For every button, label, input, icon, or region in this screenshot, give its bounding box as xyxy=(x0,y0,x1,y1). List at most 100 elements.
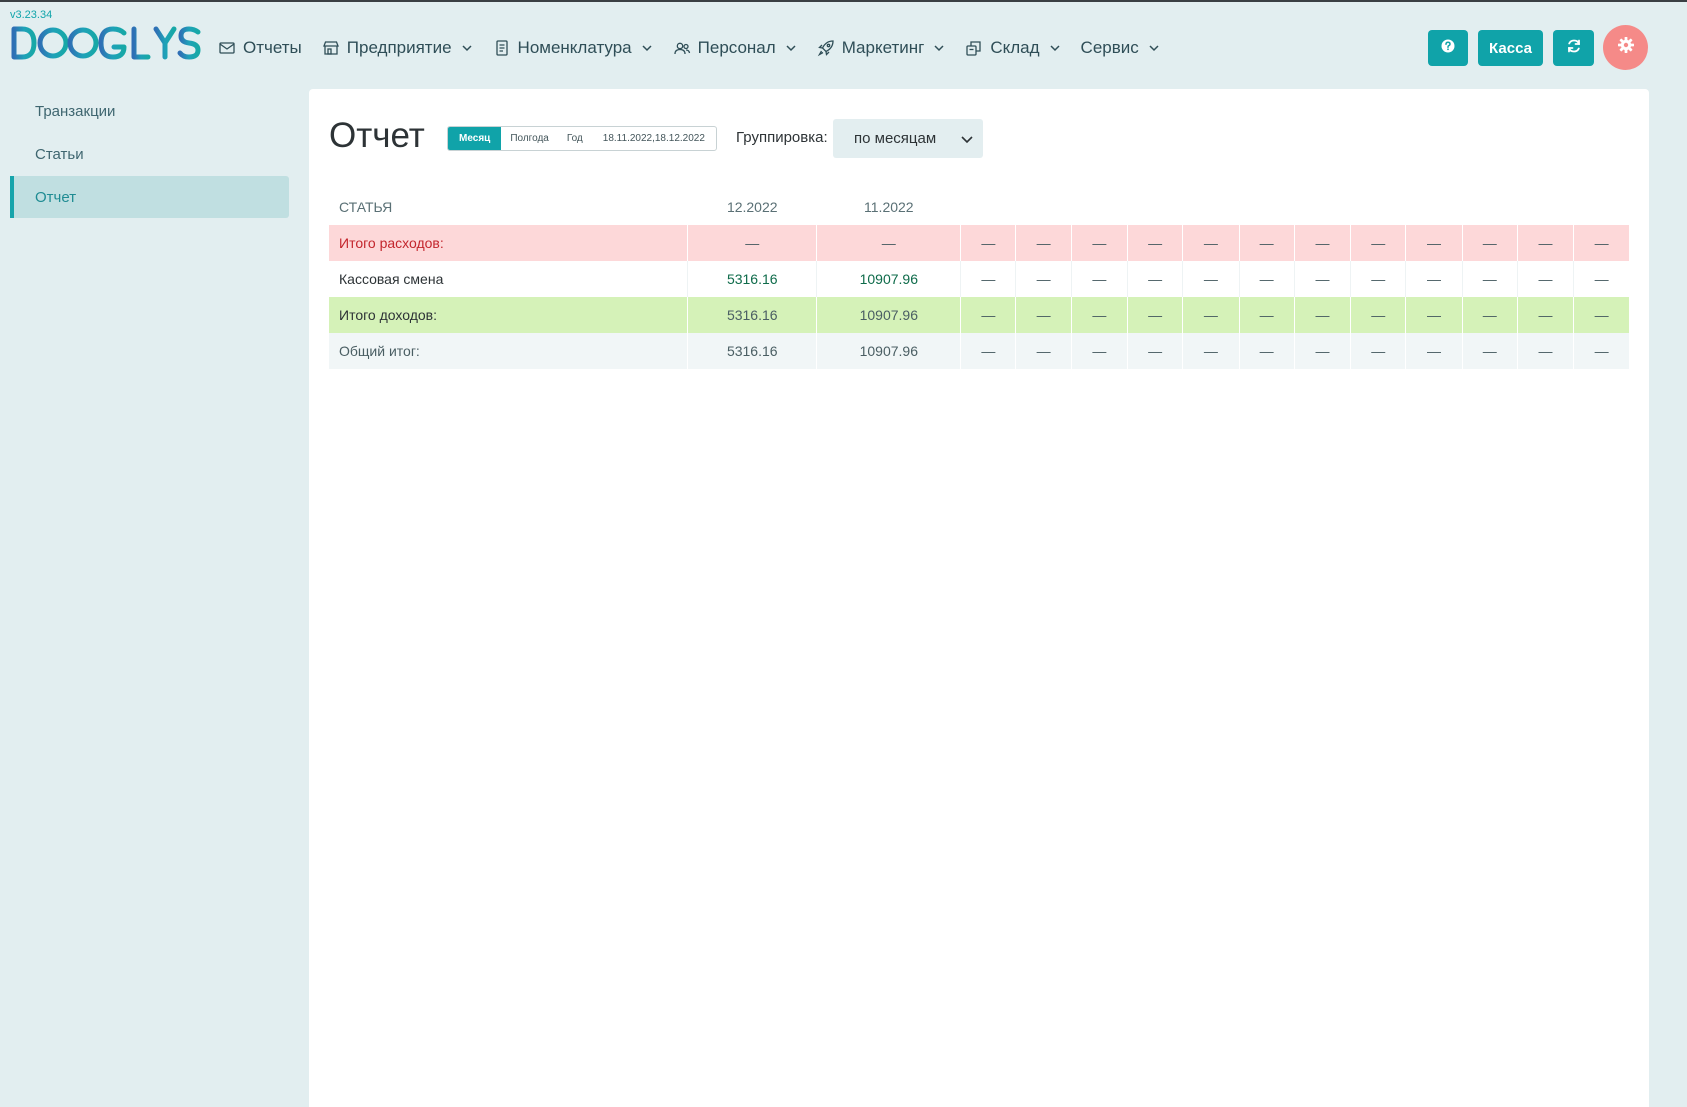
table-row: Кассовая смена 5316.16 10907.96— — — — — — — — — — —… xyxy=(329,261,1629,297)
chevron-down-icon xyxy=(461,42,473,54)
refresh-button[interactable] xyxy=(1553,30,1594,66)
table-header-row: СТАТЬЯ 12.2022 11.2022 xyxy=(329,189,1629,225)
table-cell: — xyxy=(1462,333,1518,369)
sidebar-item-report[interactable]: Отчет xyxy=(10,176,289,218)
column-header xyxy=(1016,189,1071,225)
table-cell: — xyxy=(1350,333,1407,369)
help-button[interactable] xyxy=(1428,30,1468,66)
column-header xyxy=(1071,189,1127,225)
nav-item-label: Предприятие xyxy=(346,38,452,57)
nav-item-label: Склад xyxy=(990,38,1040,57)
table-cell: — xyxy=(1127,297,1184,333)
table-cell: — xyxy=(1573,333,1629,369)
row-label: Общий итог: xyxy=(329,333,689,369)
dooglys-logo[interactable] xyxy=(10,25,202,61)
grouping-value: по месяцам xyxy=(854,130,937,147)
table-cell: — xyxy=(1517,225,1575,261)
column-header xyxy=(1517,189,1573,225)
table-cell: — xyxy=(1239,297,1295,333)
table-cell: — xyxy=(1462,297,1518,333)
column-header: 12.2022 xyxy=(726,199,778,215)
chevron-down-icon xyxy=(960,132,974,146)
row-label: Итого расходов: xyxy=(329,225,689,261)
sidebar-item-transactions[interactable]: Транзакции xyxy=(10,90,289,132)
nav-item-warehouse[interactable]: Склад xyxy=(965,38,1060,58)
table-cell: — xyxy=(1015,225,1072,261)
table-row: Итого доходов: 5316.16 10907.96— — — — — — — — — — —… xyxy=(329,297,1629,333)
table-cell: 5316.16 xyxy=(687,261,818,297)
table-cell: — xyxy=(1182,333,1240,369)
gear-icon xyxy=(1617,36,1635,59)
grouping-label: Группировка: xyxy=(736,129,828,146)
nav-item-enterprise[interactable]: Предприятие xyxy=(322,38,473,58)
nav-item-nomenclature[interactable]: Номенклатура xyxy=(493,38,653,58)
table-cell: — xyxy=(1573,261,1629,297)
column-header xyxy=(1574,189,1629,225)
row-label[interactable]: Кассовая смена xyxy=(329,261,689,297)
rocket-icon xyxy=(817,39,835,57)
nav-item-reports[interactable]: Отчеты xyxy=(218,38,302,58)
table-cell: 10907.96 xyxy=(816,261,962,297)
table-cell: — xyxy=(1127,225,1184,261)
sidebar-item-label: Статьи xyxy=(35,145,84,163)
table-cell: — xyxy=(1239,333,1295,369)
table-cell: — xyxy=(1517,261,1575,297)
table-cell: — xyxy=(1015,261,1072,297)
main-nav: Отчеты Предприятие Номенклатура Персонал… xyxy=(218,33,1180,63)
column-header xyxy=(1128,189,1183,225)
chevron-down-icon xyxy=(933,42,945,54)
nav-item-label: Персонал xyxy=(697,38,776,57)
table-cell: 5316.16 xyxy=(687,333,818,369)
table-cell: — xyxy=(1127,333,1184,369)
nav-item-label: Отчеты xyxy=(243,38,302,57)
chevron-down-icon xyxy=(785,42,797,54)
table-cell: — xyxy=(1239,261,1295,297)
nav-item-label: Сервис xyxy=(1080,38,1139,57)
table-cell: — xyxy=(960,261,1017,297)
nav-item-label: Номенклатура xyxy=(517,38,632,57)
table-cell: — xyxy=(1517,297,1575,333)
kassa-button[interactable]: Касса xyxy=(1478,30,1543,66)
sidebar-item-label: Отчет xyxy=(35,188,77,206)
table-cell: — xyxy=(1182,261,1240,297)
table-cell: 10907.96 xyxy=(816,297,962,333)
table-cell: — xyxy=(1294,261,1352,297)
table-cell: — xyxy=(1127,261,1184,297)
table-cell: — xyxy=(1573,225,1629,261)
table-cell: — xyxy=(816,225,962,261)
table-cell: — xyxy=(1071,225,1129,261)
period-selector: Месяц Полгода Год 18.11.2022,18.12.2022 xyxy=(447,126,717,151)
table-cell: — xyxy=(1350,225,1407,261)
nav-item-personnel[interactable]: Персонал xyxy=(673,38,797,58)
refresh-icon xyxy=(1566,38,1582,58)
date-range-picker[interactable]: 18.11.2022,18.12.2022 xyxy=(592,127,716,150)
table-cell: — xyxy=(1071,261,1129,297)
column-header-article: СТАТЬЯ xyxy=(339,199,393,215)
table-cell: — xyxy=(1462,225,1518,261)
column-header xyxy=(1239,189,1294,225)
table-cell: — xyxy=(1517,333,1575,369)
table-cell: 10907.96 xyxy=(816,333,962,369)
sidebar-item-label: Транзакции xyxy=(35,102,116,120)
table-cell: — xyxy=(1182,225,1240,261)
sidebar-item-articles[interactable]: Статьи xyxy=(10,133,289,175)
table-cell: — xyxy=(960,225,1017,261)
table-cell: — xyxy=(1239,225,1295,261)
nav-item-service[interactable]: Сервис xyxy=(1081,38,1160,58)
settings-button[interactable] xyxy=(1603,25,1648,70)
envelope-icon xyxy=(218,39,236,57)
column-header xyxy=(1462,189,1517,225)
row-label: Итого доходов: xyxy=(329,297,689,333)
period-tab-year[interactable]: Год xyxy=(558,127,592,150)
sidebar: Транзакции Статьи Отчет xyxy=(10,90,289,219)
question-icon xyxy=(1441,39,1455,57)
nav-item-label: Маркетинг xyxy=(841,38,925,57)
grouping-select[interactable]: по месяцам xyxy=(833,119,983,158)
table-cell: — xyxy=(960,333,1017,369)
table-cell: — xyxy=(1350,261,1407,297)
nav-item-marketing[interactable]: Маркетинг xyxy=(817,38,946,58)
boxes-icon xyxy=(965,39,983,57)
period-tab-month[interactable]: Месяц xyxy=(448,127,502,150)
table-cell: — xyxy=(1071,297,1129,333)
period-tab-half-year[interactable]: Полгода xyxy=(501,127,558,150)
